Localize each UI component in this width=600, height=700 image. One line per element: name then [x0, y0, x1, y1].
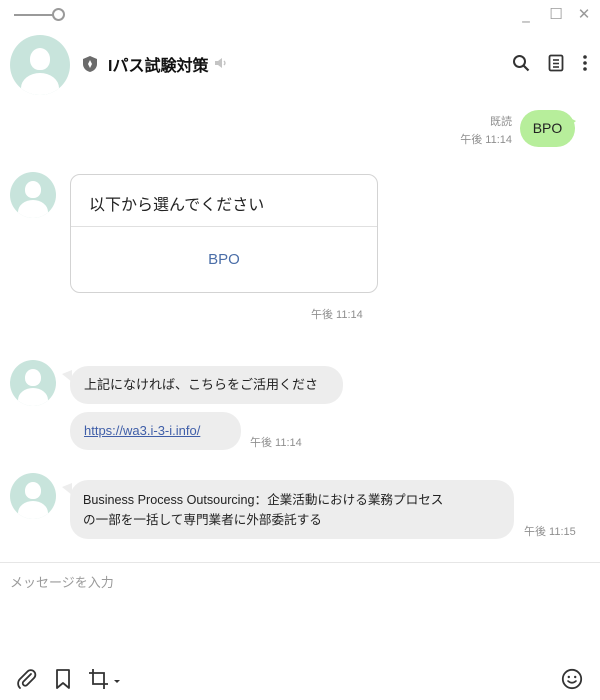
message-time: 午後 11:15: [524, 526, 576, 538]
emoji-icon[interactable]: [561, 668, 583, 690]
incoming-message-bubble[interactable]: 上記になければ、こちらをご活用ください。: [70, 366, 343, 430]
incoming-link-bubble: https://wa3.i-3-i.info/: [70, 412, 241, 450]
sender-avatar[interactable]: [10, 473, 56, 519]
choice-card: 以下から選んでください BPO: [70, 174, 378, 293]
bookmark-icon[interactable]: [54, 668, 72, 690]
crop-icon[interactable]: [88, 668, 122, 690]
opacity-slider-track[interactable]: [14, 14, 54, 16]
message-text-line: の一部を一括して専門業者に外部委託する: [83, 513, 322, 527]
more-icon[interactable]: [582, 54, 588, 72]
card-title: 以下から選んでください: [89, 197, 265, 214]
message-text-line: Business Process Outsourcing：企業活動における業務プ…: [83, 493, 444, 507]
message-time: 午後 11:14: [250, 437, 302, 449]
attach-icon[interactable]: [16, 668, 38, 690]
sender-avatar[interactable]: [10, 360, 56, 406]
minimize-button[interactable]: _: [516, 4, 536, 24]
card-option-button[interactable]: BPO: [71, 227, 377, 293]
notes-icon[interactable]: [548, 54, 564, 72]
read-receipt: 既読: [490, 116, 512, 128]
close-button[interactable]: ✕: [574, 4, 594, 24]
search-icon[interactable]: [512, 54, 530, 72]
maximize-button[interactable]: ☐: [546, 4, 566, 24]
window-titlebar: _ ☐ ✕: [0, 0, 600, 30]
speaker-icon: [215, 58, 226, 68]
chat-header: Iパス試験対策: [0, 30, 600, 100]
shield-icon: [83, 56, 97, 72]
message-time: 午後 11:14: [460, 134, 512, 146]
opacity-slider-knob[interactable]: [52, 8, 65, 21]
message-input[interactable]: [10, 572, 590, 652]
composer-divider: [0, 562, 600, 563]
incoming-message-bubble[interactable]: Business Process Outsourcing：企業活動における業務プ…: [70, 480, 514, 539]
message-time: 午後 11:14: [311, 309, 363, 321]
room-title: Iパス試験対策: [108, 58, 209, 75]
outgoing-message-bubble[interactable]: BPO: [520, 110, 575, 147]
sender-avatar[interactable]: [10, 172, 56, 218]
room-avatar[interactable]: [10, 35, 70, 95]
message-link[interactable]: https://wa3.i-3-i.info/: [84, 423, 200, 438]
